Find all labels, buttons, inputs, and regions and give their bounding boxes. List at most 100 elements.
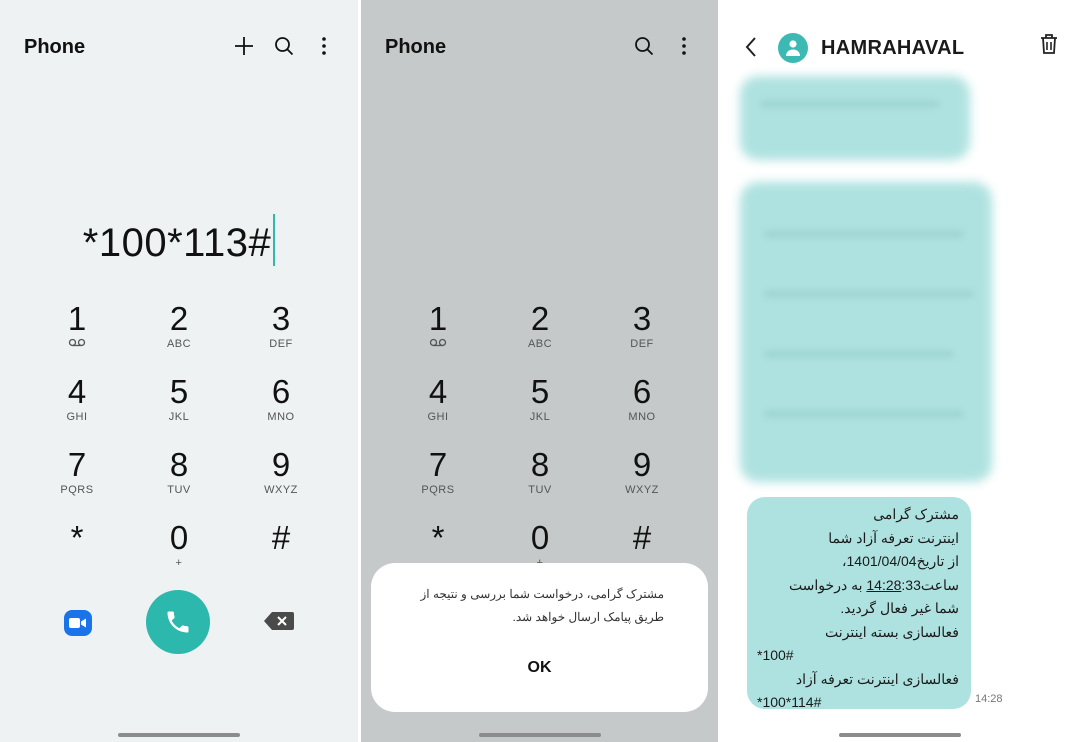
dialed-number-text: *100*113# xyxy=(82,221,272,265)
home-indicator[interactable] xyxy=(118,733,240,737)
key-digit: 8 xyxy=(169,446,189,483)
blurred-message-line xyxy=(764,410,964,418)
dialer-actions xyxy=(0,590,358,654)
search-icon[interactable] xyxy=(632,34,656,58)
add-icon[interactable] xyxy=(232,34,256,58)
call-button[interactable] xyxy=(146,590,210,654)
key-digit: 7 xyxy=(428,446,448,483)
key-8[interactable]: 8 TUV xyxy=(128,442,230,515)
key-9[interactable]: 9 WXYZ xyxy=(230,442,332,515)
blurred-message-line xyxy=(764,350,954,358)
key-letters: JKL xyxy=(168,411,190,423)
key-letters: TUV xyxy=(528,484,552,496)
key-digit: 4 xyxy=(428,373,448,410)
person-icon xyxy=(786,40,800,56)
key-digit: 2 xyxy=(169,300,189,337)
key-8[interactable]: 8 TUV xyxy=(489,442,591,515)
message-text: از تاریخ xyxy=(916,553,959,569)
video-call-icon[interactable] xyxy=(64,610,92,636)
key-digit: # xyxy=(632,519,652,556)
key-2[interactable]: 2 ABC xyxy=(128,296,230,369)
message-text: به درخواست xyxy=(788,576,863,593)
more-options-icon[interactable] xyxy=(672,34,696,58)
message-line: ساعت14:28:33 به درخواست xyxy=(757,574,959,598)
key-digit: 8 xyxy=(530,446,550,483)
phone-icon xyxy=(167,611,189,633)
key-digit: 3 xyxy=(271,300,291,337)
key-5[interactable]: 5 JKL xyxy=(489,369,591,442)
key-0[interactable]: 0 + xyxy=(128,515,230,588)
key-digit: 5 xyxy=(169,373,189,410)
message-line: شما غیر فعال گردید. xyxy=(840,600,959,616)
backspace-icon[interactable] xyxy=(264,612,294,635)
message-line: از تاریخ1401/04/04، xyxy=(841,553,959,569)
back-arrow-icon[interactable] xyxy=(744,36,758,63)
key-hash[interactable]: # xyxy=(230,515,332,588)
dialer-dialog-screen: Phone 1 2 ABC 3 DEF 4 GHI 5 JKL 6 MNO 7 … xyxy=(361,0,718,742)
key-letters: DEF xyxy=(269,338,293,350)
dialer-screen: Phone *100*113# 1 2 ABC 3 DEF 4 GHI 5 JK… xyxy=(0,0,358,742)
key-1[interactable]: 1 xyxy=(26,296,128,369)
key-digit: 6 xyxy=(271,373,291,410)
message-timestamp: 14:28 xyxy=(975,693,1003,705)
key-star[interactable]: * xyxy=(26,515,128,588)
key-digit: 3 xyxy=(632,300,652,337)
message-line: فعالسازی اینترنت تعرفه آزاد xyxy=(795,670,959,687)
voicemail-icon xyxy=(429,338,447,347)
key-3[interactable]: 3 DEF xyxy=(230,296,332,369)
home-indicator[interactable] xyxy=(478,733,601,737)
key-9[interactable]: 9 WXYZ xyxy=(591,442,693,515)
ok-button[interactable]: OK xyxy=(371,659,708,677)
key-letters: DEF xyxy=(630,338,654,350)
message-line: فعالسازی بسته اینترنت xyxy=(825,623,959,640)
key-letters: GHI xyxy=(427,411,449,423)
key-2[interactable]: 2 ABC xyxy=(489,296,591,369)
key-6[interactable]: 6 MNO xyxy=(591,369,693,442)
key-digit: 0 xyxy=(530,519,550,556)
message-text: ساعت xyxy=(920,576,959,593)
blurred-message-line xyxy=(764,230,964,238)
app-title: Phone xyxy=(24,36,86,58)
dialog-message: مشترک گرامی، درخواست شما بررسی و نتیجه ا… xyxy=(420,587,665,624)
contact-name[interactable]: HAMRAHAVAL xyxy=(821,37,964,60)
trash-icon[interactable] xyxy=(1040,33,1058,60)
time-link[interactable]: 14:28 xyxy=(866,577,901,593)
blurred-message xyxy=(740,182,992,482)
message-line: *100*114# xyxy=(757,691,959,715)
ussd-code[interactable]: *100*114# xyxy=(757,694,821,710)
key-digit: * xyxy=(70,519,84,556)
key-4[interactable]: 4 GHI xyxy=(26,369,128,442)
key-letters: WXYZ xyxy=(264,484,298,496)
key-digit: 9 xyxy=(271,446,291,483)
ussd-code[interactable]: *100# xyxy=(757,647,794,663)
key-4[interactable]: 4 GHI xyxy=(387,369,489,442)
conversation-header: HAMRAHAVAL xyxy=(720,32,1080,64)
message-line: *100# xyxy=(757,644,959,668)
message-time-link[interactable]: 14:28:33 xyxy=(866,577,921,593)
key-letters: TUV xyxy=(167,484,191,496)
app-title: Phone xyxy=(385,36,447,58)
message-line: مشترک گرامی xyxy=(873,506,959,522)
key-3[interactable]: 3 DEF xyxy=(591,296,693,369)
key-7[interactable]: 7 PQRS xyxy=(26,442,128,515)
avatar[interactable] xyxy=(778,33,808,63)
message-bubble[interactable]: مشترک گرامی اینترنت تعرفه آزاد شما از تا… xyxy=(747,497,971,710)
key-digit: * xyxy=(431,519,445,556)
key-digit: 1 xyxy=(428,300,448,337)
key-6[interactable]: 6 MNO xyxy=(230,369,332,442)
key-letters: MNO xyxy=(267,411,295,423)
dialed-number[interactable]: *100*113# xyxy=(0,214,358,266)
key-digit: 7 xyxy=(67,446,87,483)
key-letters: WXYZ xyxy=(625,484,659,496)
key-letters: ABC xyxy=(166,338,192,350)
message-line: اینترنت تعرفه آزاد شما xyxy=(828,529,959,546)
more-options-icon[interactable] xyxy=(312,34,336,58)
home-indicator[interactable] xyxy=(839,733,961,737)
key-digit: 4 xyxy=(67,373,87,410)
key-digit: # xyxy=(271,519,291,556)
key-5[interactable]: 5 JKL xyxy=(128,369,230,442)
key-1[interactable]: 1 xyxy=(387,296,489,369)
search-icon[interactable] xyxy=(272,34,296,58)
key-7[interactable]: 7 PQRS xyxy=(387,442,489,515)
key-letters: ABC xyxy=(527,338,553,350)
